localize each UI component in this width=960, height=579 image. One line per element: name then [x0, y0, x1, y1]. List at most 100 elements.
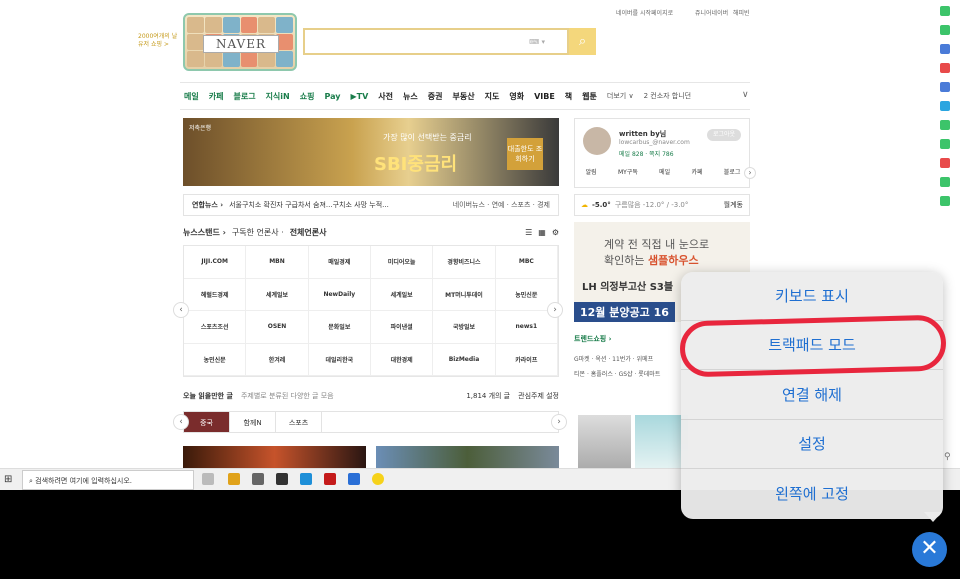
press-next-button[interactable]: › — [547, 302, 563, 318]
sidebar-icon[interactable] — [940, 44, 950, 54]
app-icon[interactable] — [276, 473, 288, 485]
settings-gear-icon[interactable]: ⚙ — [552, 228, 559, 237]
menu-item[interactable]: 웹툰 — [582, 91, 597, 102]
sidebar-icon[interactable] — [940, 120, 950, 130]
press-logo[interactable]: MBC — [495, 246, 558, 279]
popup-menu-item[interactable]: 키보드 표시 — [681, 272, 943, 321]
press-logo[interactable]: 파이낸셜 — [370, 311, 434, 344]
logout-button[interactable]: 로그아웃 — [707, 129, 741, 141]
press-logo[interactable]: OSEN — [246, 311, 309, 344]
settings-icon[interactable] — [252, 473, 264, 485]
edge-icon[interactable] — [300, 473, 312, 485]
sbi-banner-ad[interactable]: 저축은행 가장 많이 선택받는 중금리 SBI중금리 대출한도 조회하기 — [183, 118, 559, 186]
press-logo[interactable]: 경향비즈니스 — [433, 246, 496, 279]
file-explorer-icon[interactable] — [228, 473, 240, 485]
reading-tab[interactable]: 함께N — [230, 412, 276, 432]
press-logo[interactable]: 세계일보 — [246, 278, 309, 311]
task-view-icon[interactable] — [202, 473, 214, 485]
press-prev-button[interactable]: ‹ — [173, 302, 189, 318]
press-logo[interactable]: 한겨레 — [246, 343, 309, 376]
profile-name[interactable]: written by님 — [619, 129, 666, 139]
press-logo[interactable]: 미디어오늘 — [370, 246, 434, 279]
popup-menu-item[interactable]: 왼쪽에 고정 — [681, 470, 943, 519]
windows-icon[interactable]: ⊞ — [4, 474, 12, 485]
menu-item[interactable]: ▶TV — [350, 92, 368, 101]
press-logo[interactable]: 데일리한국 — [308, 343, 371, 376]
press-logo[interactable]: 스포츠조선 — [184, 311, 247, 344]
press-logo[interactable]: 카라이프 — [495, 343, 558, 376]
sidebar-icon[interactable] — [940, 196, 950, 206]
weather-area[interactable]: 월계동 — [724, 200, 743, 210]
more-menu-button[interactable]: 더보기 ∨ — [607, 91, 634, 101]
press-logo[interactable]: 국방일보 — [433, 311, 496, 344]
press-logo[interactable]: 대한경제 — [370, 343, 434, 376]
realtime-ticker[interactable]: 2 컨소자 합니던 — [644, 91, 692, 101]
menu-item[interactable]: 사전 — [378, 91, 393, 102]
tabs-prev-button[interactable]: ‹ — [173, 414, 189, 430]
shop-thumbnail[interactable] — [578, 415, 631, 470]
sidebar-icon[interactable] — [940, 139, 950, 149]
shortcut-item[interactable]: 메일 — [659, 167, 670, 176]
news-source[interactable]: 연합뉴스 › — [192, 200, 223, 210]
menu-item[interactable]: 지식iN — [266, 91, 290, 102]
chevron-down-icon[interactable]: ∨ — [742, 90, 749, 100]
press-logo[interactable]: MBN — [246, 246, 309, 279]
news-categories[interactable]: 네이버뉴스 · 연예 · 스포츠 · 경제 — [453, 200, 550, 210]
press-logo[interactable]: 헤럴드경제 — [184, 278, 247, 311]
press-logo[interactable]: 문화일보 — [308, 311, 371, 344]
menu-item[interactable]: 메일 — [184, 91, 199, 102]
menu-item[interactable]: 책 — [565, 91, 572, 102]
menu-item[interactable]: VIBE — [534, 92, 555, 101]
sidebar-icon[interactable] — [940, 25, 950, 35]
popup-menu-item[interactable]: 연결 해제 — [681, 371, 943, 420]
shortcut-item[interactable]: 블로그 — [724, 167, 741, 176]
sidebar-icon[interactable] — [940, 158, 950, 168]
press-logo[interactable]: 세계일보 — [370, 278, 434, 311]
all-press-link[interactable]: 전체언론사 — [290, 227, 327, 238]
app-red-icon[interactable] — [324, 473, 336, 485]
press-logo[interactable]: 매일경제 — [308, 246, 371, 279]
start-page-link[interactable]: 네이버를 시작페이지로 — [616, 8, 673, 17]
junior-naver-link[interactable]: 쥬니어네이버 — [695, 8, 728, 17]
keyboard-icon[interactable]: ⌨ ▾ — [529, 38, 545, 46]
menu-item[interactable]: 부동산 — [453, 91, 475, 102]
press-logo[interactable]: 농민신문 — [184, 343, 247, 376]
menu-item[interactable]: 뉴스 — [403, 91, 418, 102]
news-ticker[interactable]: 연합뉴스 › 서울구치소 확진자 구급차서 숨져...구치소 사망 누적... … — [183, 194, 559, 216]
menu-item[interactable]: 카페 — [209, 91, 224, 102]
menu-item[interactable]: Pay — [324, 92, 340, 101]
shortcut-item[interactable]: 카페 — [691, 167, 702, 176]
shortcut-item[interactable]: MY구독 — [618, 167, 638, 176]
promo-note[interactable]: 2000여개의 날 유저 쇼핑 > — [138, 33, 180, 49]
avatar[interactable] — [583, 127, 611, 155]
weather-widget[interactable]: ☁ -5.0° 구름많음 -12.0° / -3.0° 월계동 — [574, 194, 750, 216]
news-headline[interactable]: 서울구치소 확진자 구급차서 숨져...구치소 사망 누적... — [229, 200, 389, 210]
app-blue-icon[interactable] — [348, 473, 360, 485]
banner-cta[interactable]: 대출한도 조회하기 — [507, 138, 543, 170]
menu-item[interactable]: 지도 — [485, 91, 500, 102]
interest-setting-link[interactable]: 관심주제 설정 — [518, 391, 559, 401]
reading-tab[interactable]: 중국 — [184, 412, 230, 432]
shortcuts-next-button[interactable]: › — [744, 167, 756, 179]
sidebar-icon[interactable] — [940, 177, 950, 187]
newsstand-title[interactable]: 뉴스스탠드 › — [183, 227, 226, 238]
shortcut-item[interactable]: 알림 — [586, 167, 597, 176]
press-logo[interactable]: BizMedia — [433, 343, 496, 376]
sidebar-icon[interactable] — [940, 6, 950, 16]
sidebar-icon[interactable] — [940, 63, 950, 73]
list-view-icon[interactable]: ☰ — [525, 228, 532, 237]
menu-item[interactable]: 영화 — [509, 91, 524, 102]
reading-tab[interactable]: 스포츠 — [276, 412, 322, 432]
subscribed-press-link[interactable]: 구독한 언론사 · — [232, 227, 284, 238]
close-button[interactable]: ✕ — [912, 532, 947, 567]
press-logo[interactable]: JIJI.COM — [184, 246, 247, 279]
temple-thumbnail[interactable] — [376, 446, 559, 470]
press-logo[interactable]: NewDaily — [308, 278, 371, 311]
menu-item[interactable]: 쇼핑 — [300, 91, 315, 102]
popup-menu-item[interactable]: 설정 — [681, 420, 943, 470]
tabs-next-button[interactable]: › — [551, 414, 567, 430]
search-input[interactable]: ⌨ ▾ — [303, 28, 569, 55]
taskbar-search-input[interactable]: ⌕ 검색하려면 여기에 입력하십시오. — [22, 470, 194, 490]
menu-item[interactable]: 블로그 — [233, 91, 255, 102]
search-button[interactable]: ⌕ — [569, 28, 596, 55]
